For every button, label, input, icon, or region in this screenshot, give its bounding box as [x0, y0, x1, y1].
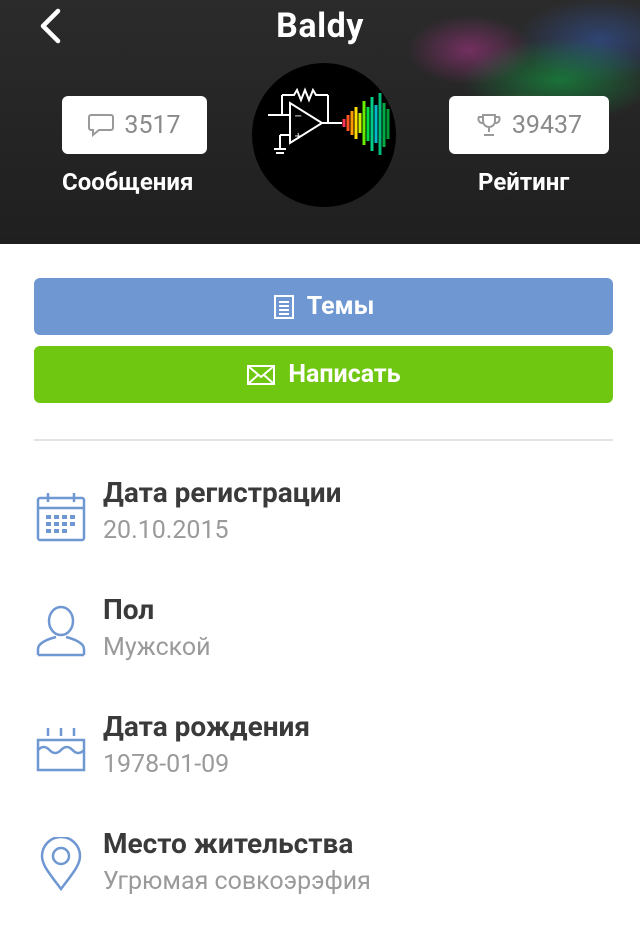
birthday-cake-icon [36, 728, 86, 772]
registration-date-value: 20.10.2015 [103, 516, 229, 545]
location-pin-icon [40, 837, 82, 891]
person-icon [36, 605, 86, 657]
registration-date-label: Дата регистрации [103, 476, 342, 509]
write-message-button[interactable]: Написать [34, 346, 613, 403]
divider [34, 439, 613, 441]
messages-count-button[interactable]: 3517 [62, 96, 207, 154]
info-registration-date: Дата регистрации 20.10.2015 [0, 476, 640, 576]
topics-button[interactable]: Темы [34, 278, 613, 335]
speech-bubble-icon [88, 114, 115, 137]
envelope-icon [247, 364, 276, 385]
messages-label: Сообщения [62, 168, 194, 196]
gender-value: Мужской [103, 633, 211, 662]
info-location: Место жительства Угрюмая совкоэрэфия [0, 827, 640, 927]
document-list-icon [273, 294, 294, 319]
profile-header: Baldy 3517 Сообщения − + 39437 Рейтинг [0, 0, 640, 244]
info-birth-date: Дата рождения 1978-01-09 [0, 710, 640, 810]
svg-text:−: − [294, 111, 302, 122]
topics-button-label: Темы [306, 292, 375, 321]
location-label: Место жительства [103, 827, 354, 860]
rating-count-button[interactable]: 39437 [449, 96, 609, 154]
page-title: Baldy [276, 6, 364, 46]
rating-label: Рейтинг [478, 168, 570, 196]
location-value: Угрюмая совкоэрэфия [103, 867, 371, 896]
rating-count: 39437 [511, 110, 583, 140]
calendar-icon [36, 493, 86, 542]
write-button-label: Написать [288, 360, 401, 389]
messages-count: 3517 [124, 110, 181, 140]
birth-date-value: 1978-01-09 [103, 750, 230, 779]
info-gender: Пол Мужской [0, 593, 640, 693]
birth-date-label: Дата рождения [103, 710, 311, 743]
avatar[interactable]: − + [252, 63, 396, 207]
gender-label: Пол [103, 593, 155, 626]
trophy-icon [477, 114, 501, 136]
svg-text:+: + [294, 131, 302, 142]
